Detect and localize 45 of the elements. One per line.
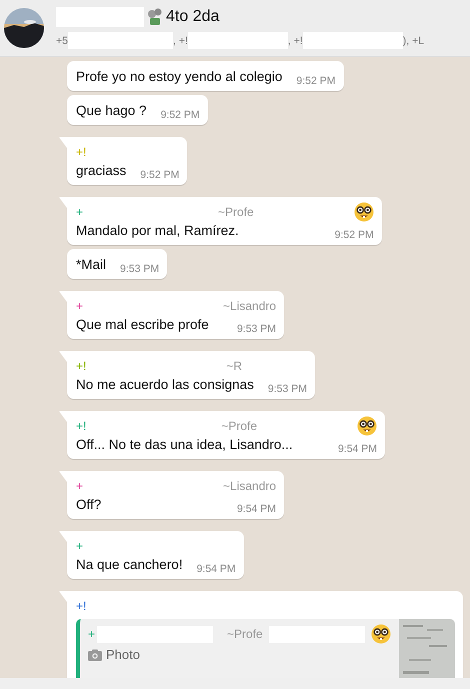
message-text: graciass [76, 162, 126, 180]
message-time: 9:53 PM [236, 323, 276, 335]
sender-phone: + [76, 205, 84, 219]
message-time: 9:52 PM [296, 75, 336, 87]
message-text: Profe yo no estoy yendo al colegio [76, 68, 282, 86]
message-time: 9:53 PM [268, 383, 307, 395]
group-avatar[interactable] [4, 8, 44, 48]
sender-phone: +! [76, 145, 86, 159]
sender-phone: + [76, 539, 84, 553]
message-time: 9:52 PM [334, 229, 374, 241]
message-text: Na que canchero! [76, 556, 183, 574]
message-text: Off... No te das una idea, Lisandro... [76, 436, 293, 454]
chat-title: 4to 2da [166, 8, 220, 26]
participant-phone: ), +L [402, 34, 424, 46]
sender-name: ~Profe [218, 205, 254, 219]
sender-phone: +! [76, 599, 86, 613]
sender-phone: + [88, 627, 96, 641]
sender-name: ~Profe [221, 419, 258, 433]
sender-name: ~Lisandro [223, 299, 276, 313]
message-time: 9:52 PM [140, 169, 180, 181]
message-text: Que hago ? [76, 102, 147, 120]
message-time: 9:54 PM [236, 503, 276, 515]
message-time: 9:53 PM [120, 263, 160, 275]
message-time: 9:52 PM [160, 109, 200, 121]
quoted-message[interactable]: + ~Profe Photo [76, 619, 455, 678]
sender-phone: +! [76, 359, 86, 373]
message-text: Mandalo por mal, Ramírez. [76, 222, 239, 240]
participant-phone: , +! [288, 34, 303, 46]
sender-name: ~Profe [227, 627, 263, 641]
message-text: Que mal escribe profe [76, 316, 209, 334]
message-time: 9:54 PM [338, 443, 378, 455]
message-text: No me acuerdo las consignas [76, 376, 254, 394]
photo-label: Photo [88, 647, 391, 662]
message-text: *Mail [76, 256, 106, 274]
message-text: Off? [76, 496, 102, 514]
sender-name: ~Lisandro [223, 479, 276, 493]
camera-icon [88, 648, 102, 660]
sender-phone: +! [76, 419, 86, 433]
group-emoji-icon [147, 8, 163, 26]
sender-phone: + [76, 479, 84, 493]
sender-name: ~R [226, 359, 242, 373]
participant-phone: , +! [172, 34, 188, 46]
sender-phone: + [76, 299, 84, 313]
message-time: 9:54 PM [196, 563, 236, 575]
participant-phone: +5 [56, 34, 68, 46]
